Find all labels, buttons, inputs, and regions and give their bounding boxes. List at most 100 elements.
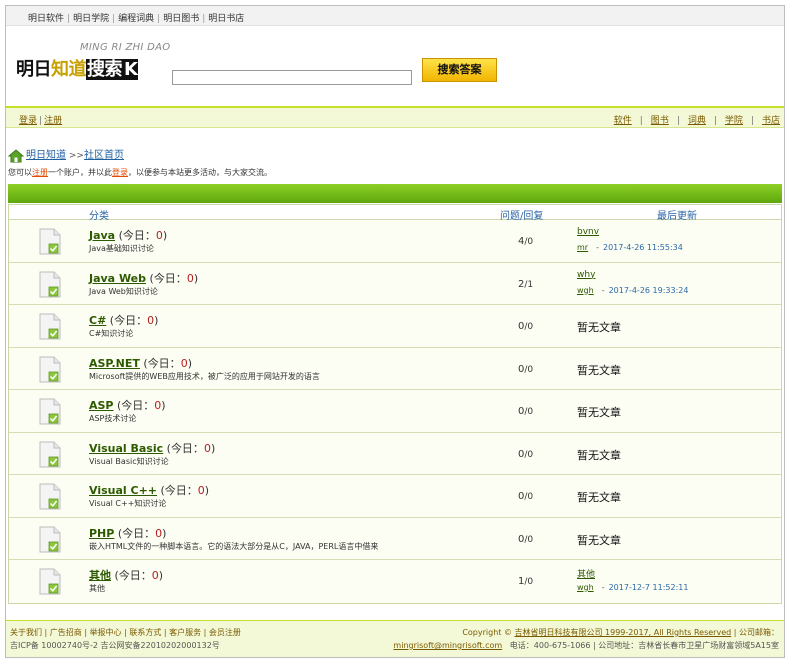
register-link[interactable]: 注册 [44, 116, 62, 126]
footer-link-service[interactable]: 客户服务 [169, 628, 201, 637]
top-link-academy[interactable]: 明日学院 [73, 14, 109, 24]
category-link[interactable]: Java [89, 229, 115, 242]
footer-link-ads[interactable]: 广告招商 [50, 628, 82, 637]
category-link[interactable]: ASP.NET [89, 357, 140, 370]
category-title: 其他 (今日：0) [89, 569, 164, 582]
login-link[interactable]: 登录 [19, 116, 37, 126]
logo-tagline: MING RI ZHI DAO [80, 42, 171, 53]
footer-link-about[interactable]: 关于我们 [10, 628, 42, 637]
category-link[interactable]: ASP [89, 399, 114, 412]
footer-link-contact[interactable]: 联系方式 [129, 628, 161, 637]
reply-count: 0 [527, 449, 534, 460]
reply-count: 0 [527, 407, 534, 417]
today-count: 0 [155, 229, 163, 242]
reply-count: 0 [527, 492, 534, 502]
category-description: Microsoft提供的WEB应用技术，被广泛的应用于网站开发的语言 [89, 371, 320, 381]
category-description: ASP技术讨论 [89, 414, 137, 423]
category-link[interactable]: 其他 [89, 569, 111, 582]
no-posts-label: 暂无文章 [577, 448, 621, 462]
category-title: ASP.NET (今日：0) [89, 356, 192, 370]
page: 明日软件 | 明日学院 | 编程词典 | 明日图书 | 明日书店 MING RI ZHI DAO… [5, 5, 785, 658]
nav-bar: 登录 | 注册 软件 | 图书 | 词典 | 学院 | 书店 [6, 106, 784, 128]
category-title: C# (今日：0) [89, 314, 159, 327]
search-button[interactable]: 搜索答案 [422, 58, 497, 82]
question-count: 0 [518, 491, 525, 502]
category-row: PHP (今日：0) 嵌入HTML文件的一种脚本语言。它的语法大部分是从C，JAV… [9, 517, 781, 560]
reply-count: 0 [527, 322, 534, 332]
nav-link-dictionary[interactable]: 词典 [688, 116, 706, 126]
latest-post-date: 2017-12-7 11:52:11 [608, 583, 689, 592]
latest-post-author[interactable]: wgh [577, 286, 594, 295]
forum-icon [39, 483, 61, 510]
latest-post-author[interactable]: wgh [577, 583, 594, 592]
category-title: Java Web (今日：0) [89, 271, 199, 285]
footer: 关于我们 | 广告招商 | 举报中心 | 联系方式 | 客户服务 | 会员注册 … [6, 620, 784, 657]
latest-post-link[interactable]: bvnv [577, 227, 599, 237]
question-count: 0 [518, 533, 525, 545]
breadcrumb-home-link[interactable]: 明日知道 [26, 150, 66, 161]
category-title: ASP (今日：0) [89, 399, 166, 412]
top-link-bookstore[interactable]: 明日书店 [208, 14, 244, 24]
latest-post-link[interactable]: why [577, 270, 595, 280]
category-link[interactable]: Java Web [89, 272, 146, 285]
top-link-software[interactable]: 明日软件 [28, 14, 64, 24]
latest-post-author[interactable]: mr [577, 243, 588, 252]
nav-link-academy[interactable]: 学院 [725, 116, 743, 126]
footer-icp: 吉ICP备 10002740号-2 吉公网安备22010202000132号 [10, 641, 220, 650]
category-description: Java基础知识讨论 [89, 244, 154, 253]
latest-post-meta: mr -2017-4-26 11:55:34 [577, 243, 683, 252]
notice-login-link[interactable]: 登录 [112, 168, 128, 177]
nav-link-books[interactable]: 图书 [651, 116, 669, 126]
top-link-books[interactable]: 明日图书 [163, 14, 199, 24]
question-count: 4 [518, 236, 525, 247]
separator: | [67, 14, 71, 24]
category-link[interactable]: C# [89, 314, 106, 327]
question-count: 0 [518, 321, 525, 332]
category-link[interactable]: PHP [89, 527, 114, 540]
separator: | [202, 14, 206, 24]
search-input[interactable] [172, 70, 412, 85]
reply-count: 0 [527, 534, 534, 545]
category-row: Java Web (今日：0) Java Web知识讨论 2/1 why wgh -201… [9, 262, 781, 305]
category-title: Java (今日：0) [89, 229, 168, 242]
question-reply-count: 4/0 [518, 236, 534, 247]
footer-email-link[interactable]: mingrisoft@mingrisoft.com [393, 641, 502, 650]
login-notice: 您可以注册一个账户，并以此登录，以便参与本站更多活动，与大家交流。 [8, 168, 272, 177]
question-reply-count: 0/0 [518, 491, 534, 502]
no-posts-label: 暂无文章 [577, 321, 621, 334]
footer-company-link[interactable]: 吉林省明日科技有限公司 1999-2017, All Rights Reserv… [515, 628, 732, 637]
top-links-bar: 明日软件 | 明日学院 | 编程词典 | 明日图书 | 明日书店 [6, 6, 784, 26]
no-posts-label: 暂无文章 [577, 363, 621, 377]
category-row: 其他 (今日：0) 其他 1/0 其他 wgh -2017-12-7 11:52:11 [9, 560, 781, 603]
category-description: 嵌入HTML文件的一种脚本语言。它的语法大部分是从C，JAVA，PERL语言中借… [89, 541, 379, 551]
today-count: 0 [180, 356, 188, 370]
reply-count: 0 [527, 364, 534, 375]
category-link[interactable]: Visual C++ [89, 484, 157, 497]
question-reply-count: 0/0 [518, 448, 534, 460]
section-header-bar [8, 184, 782, 203]
logo-text: 明日知道搜索 K [16, 59, 139, 80]
question-count: 0 [518, 448, 525, 460]
forum-icon [39, 228, 61, 255]
nav-link-software[interactable]: 软件 [614, 116, 632, 126]
footer-link-report[interactable]: 举报中心 [90, 628, 122, 637]
notice-register-link[interactable]: 注册 [32, 168, 48, 177]
category-link[interactable]: Visual Basic [89, 442, 163, 455]
breadcrumb-current-link[interactable]: 社区首页 [84, 150, 124, 161]
footer-link-signup[interactable]: 会员注册 [209, 628, 241, 637]
question-reply-count: 0/0 [518, 406, 534, 417]
home-icon[interactable] [8, 148, 24, 163]
forum-icon [39, 271, 61, 298]
site-logo[interactable]: MING RI ZHI DAO 明日知道搜索 K [16, 42, 171, 86]
latest-post-meta: wgh -2017-4-26 19:33:24 [577, 285, 689, 295]
question-reply-count: 0/0 [518, 533, 534, 545]
no-posts-label: 暂无文章 [577, 491, 621, 504]
no-posts-label: 暂无文章 [577, 533, 621, 547]
nav-link-bookstore[interactable]: 书店 [762, 116, 780, 126]
reply-count: 1 [527, 279, 534, 290]
top-link-dictionary[interactable]: 编程词典 [118, 14, 154, 24]
forum-icon [39, 313, 61, 340]
latest-post-meta: wgh -2017-12-7 11:52:11 [577, 583, 689, 592]
breadcrumb: 明日知道 >>社区首页 [8, 146, 124, 164]
latest-post-link[interactable]: 其他 [577, 567, 595, 580]
